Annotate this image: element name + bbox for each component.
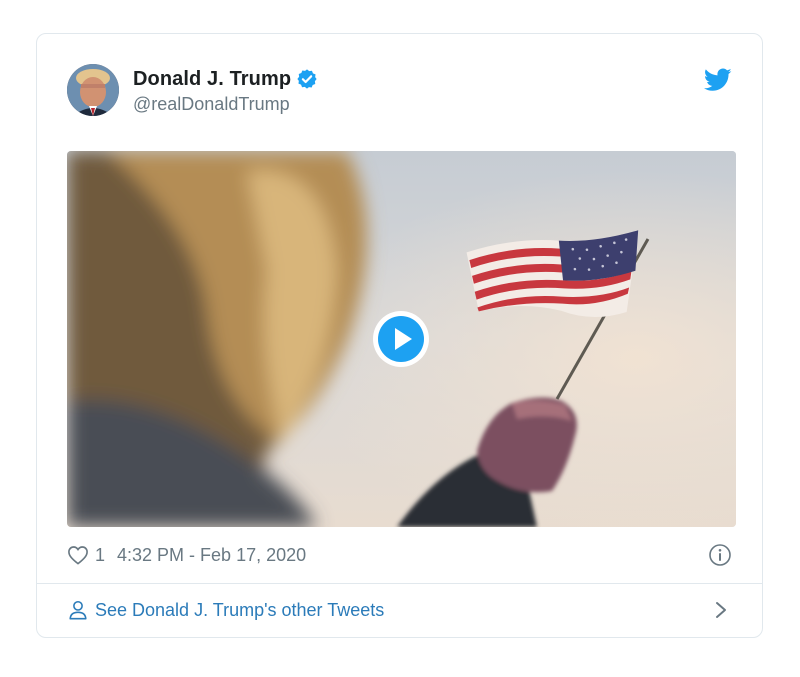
embedded-tweet-card: Donald J. Trump @realDonaldTrump 1 4:32 …	[36, 33, 763, 638]
like-count: 1	[95, 544, 106, 565]
tweet-timestamp[interactable]: 4:32 PM - Feb 17, 2020	[117, 545, 306, 566]
author-handle[interactable]: @realDonaldTrump	[133, 94, 318, 115]
tweet-video[interactable]	[67, 151, 736, 527]
chevron-right-icon[interactable]	[714, 600, 728, 620]
play-icon[interactable]	[372, 310, 430, 368]
twitter-bird-icon[interactable]	[703, 68, 732, 92]
author-name-row: Donald J. Trump	[133, 66, 318, 92]
author-info: Donald J. Trump @realDonaldTrump	[133, 66, 318, 115]
other-tweets-label[interactable]: See Donald J. Trump's other Tweets	[95, 600, 384, 621]
tweet-meta: 1 4:32 PM - Feb 17, 2020	[67, 542, 732, 568]
author-name[interactable]: Donald J. Trump	[133, 68, 291, 91]
divider	[37, 583, 762, 584]
verified-badge-icon	[296, 68, 318, 90]
heart-icon[interactable]	[67, 545, 89, 565]
tweet-header: Donald J. Trump @realDonaldTrump	[67, 64, 732, 120]
author-avatar[interactable]	[67, 64, 119, 116]
info-icon[interactable]	[708, 543, 732, 567]
other-tweets-link[interactable]: See Donald J. Trump's other Tweets	[67, 596, 732, 624]
person-icon	[67, 599, 89, 621]
